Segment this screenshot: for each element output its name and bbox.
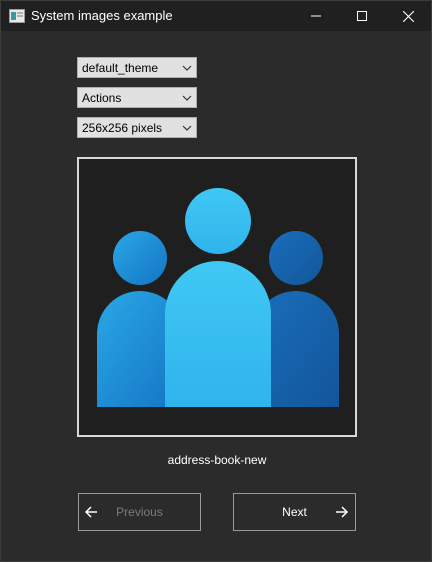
category-select[interactable]: Actions	[77, 87, 197, 108]
maximize-button[interactable]	[339, 1, 385, 31]
minimize-button[interactable]	[293, 1, 339, 31]
chevron-down-icon	[182, 65, 192, 71]
previous-button[interactable]: Previous	[78, 493, 201, 531]
previous-button-label: Previous	[116, 505, 163, 519]
maximize-icon	[357, 11, 367, 21]
contacts-people-icon	[97, 188, 339, 407]
category-select-value: Actions	[82, 91, 122, 105]
window-title: System images example	[31, 8, 173, 23]
app-window-icon	[9, 9, 25, 23]
minimize-icon	[311, 15, 321, 17]
image-preview	[77, 157, 357, 437]
arrow-right-icon	[336, 506, 349, 518]
theme-select-value: default_theme	[82, 61, 159, 75]
size-select-value: 256x256 pixels	[82, 121, 163, 135]
close-button[interactable]	[385, 1, 431, 31]
image-name-label: address-book-new	[167, 453, 267, 467]
size-select[interactable]: 256x256 pixels	[77, 117, 197, 138]
theme-select[interactable]: default_theme	[77, 57, 197, 78]
chevron-down-icon	[182, 95, 192, 101]
close-icon	[402, 10, 414, 22]
next-button[interactable]: Next	[233, 493, 356, 531]
title-bar[interactable]: System images example	[1, 1, 431, 31]
app-window: System images example default_theme Acti…	[0, 0, 432, 562]
chevron-down-icon	[182, 125, 192, 131]
